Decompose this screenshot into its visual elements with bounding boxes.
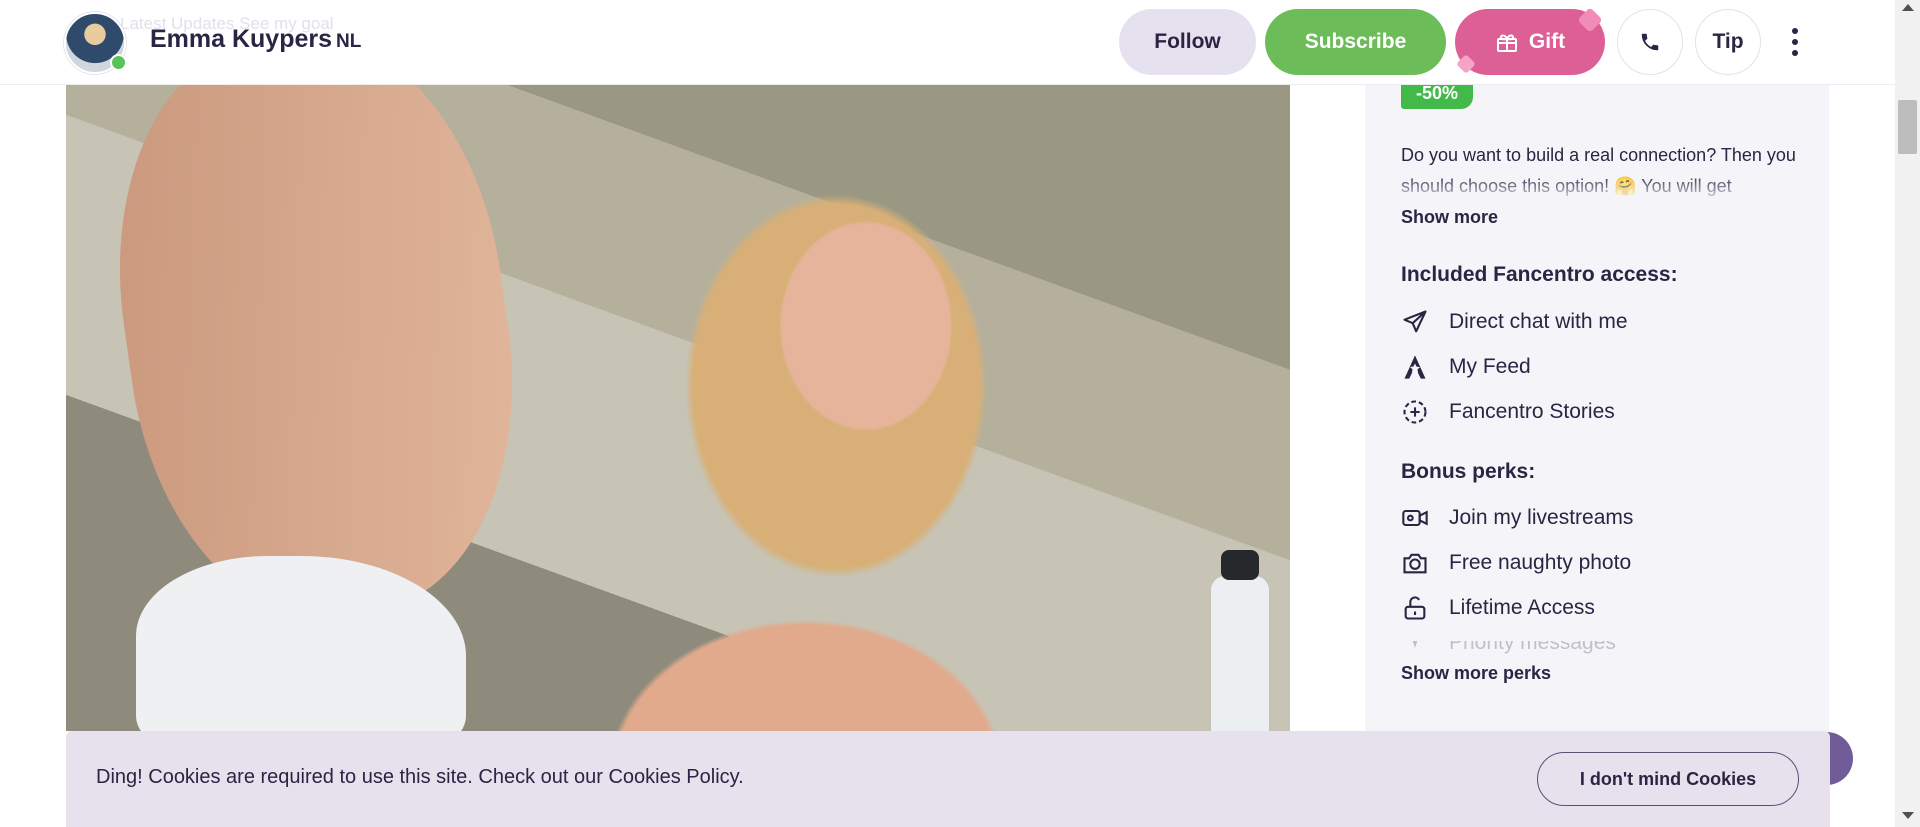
call-button[interactable] [1617, 9, 1683, 75]
tip-button-label: Tip [1712, 30, 1744, 53]
description-fade [1401, 174, 1801, 204]
show-more-link[interactable]: Show more [1401, 207, 1498, 228]
send-icon [1403, 310, 1427, 333]
perk-livestreams: Join my livestreams [1401, 503, 1633, 533]
perk-label: Priority messages [1449, 641, 1616, 654]
perk-priority-messages: Priority messages [1401, 641, 1616, 655]
online-status-dot [110, 54, 127, 71]
photo-arm-shape [87, 56, 545, 640]
perk-label: Free naughty photo [1449, 551, 1632, 574]
heart-decoration-icon [1456, 54, 1476, 74]
creator-name-text: Emma Kuypers [150, 25, 333, 53]
scrollbar-thumb[interactable] [1898, 100, 1917, 154]
phone-icon [1641, 33, 1659, 51]
perk-stories: Fancentro Stories [1401, 397, 1615, 427]
scroll-down-arrow-icon[interactable] [1902, 812, 1914, 819]
lock-open-icon [1404, 596, 1426, 620]
gift-icon [1496, 34, 1517, 52]
scroll-up-arrow-icon[interactable] [1902, 4, 1914, 11]
dot-icon [1792, 50, 1798, 56]
included-access-title: Included Fancentro access: [1401, 263, 1678, 286]
perk-naughty-photo: Free naughty photo [1401, 548, 1631, 578]
perk-direct-chat: Direct chat with me [1401, 307, 1628, 337]
perk-label: Join my livestreams [1449, 506, 1634, 529]
cookie-banner: Ding! Cookies are required to use this s… [66, 731, 1830, 827]
bonus-perks-title: Bonus perks: [1401, 460, 1536, 483]
cookie-message: Ding! Cookies are required to use this s… [96, 766, 744, 788]
country-code: NL [336, 31, 362, 52]
profile-photo[interactable] [66, 56, 1290, 731]
more-options-button[interactable] [1780, 20, 1810, 64]
perk-lifetime-access: Lifetime Access [1401, 593, 1595, 623]
perk-my-feed: My Feed [1401, 352, 1531, 382]
heart-decoration-icon [1577, 7, 1603, 33]
photo-bottle-shape [1211, 550, 1269, 731]
show-more-perks-link[interactable]: Show more perks [1401, 663, 1551, 684]
perk-label: Direct chat with me [1449, 310, 1628, 333]
dot-icon [1792, 28, 1798, 34]
gift-button-label: Gift [1528, 30, 1566, 53]
perk-label: Fancentro Stories [1449, 400, 1615, 423]
subscribe-button[interactable]: Subscribe [1265, 9, 1446, 75]
accept-cookies-button[interactable]: I don't mind Cookies [1537, 752, 1799, 806]
creator-name: Emma Kuypers NL [150, 25, 361, 54]
sparkle-icon [1412, 641, 1418, 648]
camera-icon [1403, 553, 1427, 574]
dot-icon [1792, 39, 1798, 45]
follow-button-label: Follow [1154, 30, 1221, 53]
feed-star-icon [1404, 355, 1426, 379]
stories-plus-icon [1403, 400, 1427, 424]
follow-button[interactable]: Follow [1119, 9, 1256, 75]
gift-button[interactable]: Gift [1455, 7, 1605, 75]
perk-label: My Feed [1449, 355, 1531, 378]
video-icon [1402, 509, 1428, 527]
perk-label: Lifetime Access [1449, 596, 1595, 619]
accept-cookies-label: I don't mind Cookies [1579, 768, 1757, 789]
profile-header: Latest Updates See my goal Emma Kuypers N… [0, 0, 1895, 85]
subscribe-button-label: Subscribe [1304, 30, 1407, 53]
tip-button[interactable]: Tip [1695, 9, 1761, 75]
